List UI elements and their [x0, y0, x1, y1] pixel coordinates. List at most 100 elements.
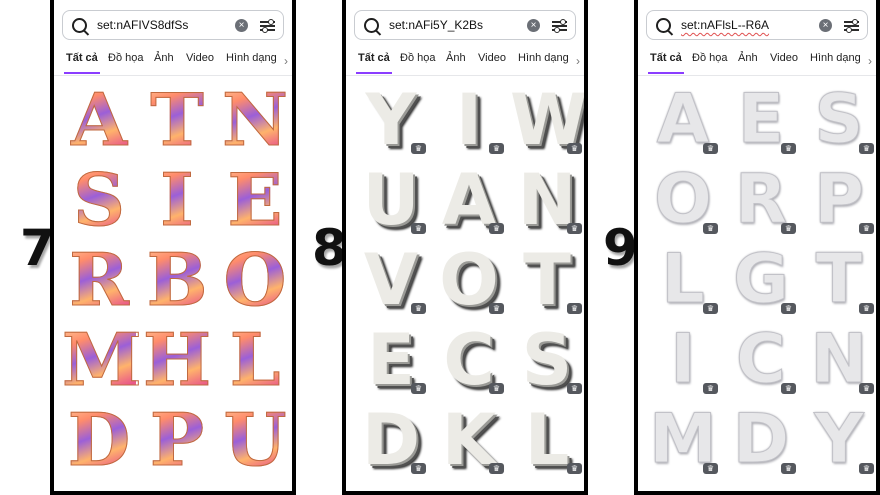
premium-crown-icon: ♛ [567, 383, 582, 394]
tab-photos[interactable]: Ảnh [446, 52, 466, 64]
premium-crown-icon: ♛ [703, 463, 718, 474]
chevron-right-icon[interactable]: › [284, 54, 288, 68]
result-item[interactable]: C ♛ [724, 321, 798, 398]
search-input[interactable]: set:nAFIVS8dfSs [97, 18, 188, 32]
search-panel-9: set:nAFlsL--R6A × Tất cả Đồ họa Ảnh Vide… [634, 0, 880, 495]
label-number-9: 9 [603, 219, 638, 277]
search-bar[interactable]: set:nAFlsL--R6A × [646, 10, 868, 40]
clear-search-icon[interactable]: × [235, 19, 248, 32]
result-item[interactable]: O ♛ [432, 242, 506, 318]
clear-search-icon[interactable]: × [527, 19, 540, 32]
result-item[interactable]: O ♛ [646, 161, 720, 238]
premium-crown-icon: ♛ [859, 223, 874, 234]
premium-crown-icon: ♛ [567, 303, 582, 314]
tab-videos[interactable]: Video [770, 52, 798, 64]
result-item[interactable]: D ♛ [724, 401, 798, 478]
result-item[interactable]: W ♛ [510, 82, 584, 158]
tab-videos[interactable]: Video [186, 52, 214, 64]
premium-crown-icon: ♛ [489, 463, 504, 474]
tab-bar: Tất cả Đồ họa Ảnh Video Hình dạng [648, 52, 872, 74]
filter-icon[interactable] [844, 19, 859, 33]
tab-all[interactable]: Tất cả [64, 52, 100, 74]
premium-crown-icon: ♛ [411, 303, 426, 314]
result-item[interactable]: B [140, 241, 214, 318]
clear-search-icon[interactable]: × [819, 19, 832, 32]
tab-shapes[interactable]: Hình dạng [518, 52, 569, 64]
premium-crown-icon: ♛ [781, 383, 796, 394]
tab-all[interactable]: Tất cả [356, 52, 392, 74]
result-item[interactable]: D [62, 401, 136, 478]
search-bar[interactable]: set:nAFIVS8dfSs × [62, 10, 284, 40]
result-item[interactable]: S ♛ [802, 81, 876, 158]
premium-crown-icon: ♛ [781, 143, 796, 154]
result-item[interactable]: A ♛ [432, 162, 506, 238]
result-item[interactable]: I ♛ [432, 82, 506, 158]
result-item[interactable]: E ♛ [354, 322, 428, 398]
search-input[interactable]: set:nAFlsL--R6A [681, 18, 769, 32]
result-item[interactable]: K ♛ [432, 402, 506, 478]
premium-crown-icon: ♛ [703, 303, 718, 314]
result-item[interactable]: C ♛ [432, 322, 506, 398]
premium-crown-icon: ♛ [411, 143, 426, 154]
premium-crown-icon: ♛ [859, 303, 874, 314]
result-item[interactable]: R [62, 241, 136, 318]
result-item[interactable]: E [218, 161, 292, 238]
chevron-right-icon[interactable]: › [576, 54, 580, 68]
tab-photos[interactable]: Ảnh [154, 52, 174, 64]
result-item[interactable]: L ♛ [646, 241, 720, 318]
premium-crown-icon: ♛ [781, 463, 796, 474]
tab-graphics[interactable]: Đồ họa [400, 52, 435, 64]
result-item[interactable]: M [62, 321, 143, 398]
result-item[interactable]: L ♛ [510, 402, 584, 478]
result-item[interactable]: N [218, 81, 292, 158]
result-item[interactable]: U [218, 401, 292, 478]
tab-photos[interactable]: Ảnh [738, 52, 758, 64]
filter-icon[interactable] [260, 19, 275, 33]
search-input[interactable]: set:nAFi5Y_K2Bs [389, 18, 483, 32]
tab-shapes[interactable]: Hình dạng [226, 52, 277, 64]
premium-crown-icon: ♛ [567, 143, 582, 154]
result-item[interactable]: P ♛ [802, 161, 876, 238]
result-item[interactable]: Y ♛ [354, 82, 428, 158]
result-item[interactable]: D ♛ [354, 402, 428, 478]
results-grid: A T N S I E R B O M H L D P U [58, 81, 289, 491]
result-item[interactable]: V ♛ [354, 242, 428, 318]
result-item[interactable]: L [218, 321, 292, 398]
search-icon [656, 18, 671, 33]
result-item[interactable]: A ♛ [646, 81, 720, 158]
result-item[interactable]: S [62, 161, 136, 238]
result-item[interactable]: I ♛ [646, 321, 720, 398]
tab-graphics[interactable]: Đồ họa [692, 52, 727, 64]
premium-crown-icon: ♛ [703, 143, 718, 154]
result-item[interactable]: A [62, 81, 136, 158]
chevron-right-icon[interactable]: › [868, 54, 872, 68]
filter-icon[interactable] [552, 19, 567, 33]
result-item[interactable]: S ♛ [510, 322, 584, 398]
tab-videos[interactable]: Video [478, 52, 506, 64]
result-item[interactable]: T ♛ [802, 241, 876, 318]
premium-crown-icon: ♛ [859, 143, 874, 154]
result-item[interactable]: E ♛ [724, 81, 798, 158]
tab-bar: Tất cả Đồ họa Ảnh Video Hình dạng [64, 52, 288, 74]
result-item[interactable]: Y ♛ [802, 401, 876, 478]
tab-shapes[interactable]: Hình dạng [810, 52, 861, 64]
result-item[interactable]: R ♛ [724, 161, 798, 238]
result-item[interactable]: G ♛ [724, 241, 798, 318]
search-bar[interactable]: set:nAFi5Y_K2Bs × [354, 10, 576, 40]
result-item[interactable]: U ♛ [354, 162, 428, 238]
result-item[interactable]: I [140, 161, 214, 238]
result-item[interactable]: M ♛ [646, 401, 720, 478]
premium-crown-icon: ♛ [781, 303, 796, 314]
result-item[interactable]: O [218, 241, 292, 318]
result-item[interactable]: N ♛ [802, 321, 876, 398]
tab-graphics[interactable]: Đồ họa [108, 52, 143, 64]
search-icon [72, 18, 87, 33]
result-item[interactable]: T [140, 81, 214, 158]
premium-crown-icon: ♛ [489, 303, 504, 314]
result-item[interactable]: T ♛ [510, 242, 584, 318]
premium-crown-icon: ♛ [781, 223, 796, 234]
result-item[interactable]: H [140, 321, 214, 398]
result-item[interactable]: P [140, 401, 214, 478]
tab-all[interactable]: Tất cả [648, 52, 684, 74]
result-item[interactable]: N ♛ [510, 162, 584, 238]
